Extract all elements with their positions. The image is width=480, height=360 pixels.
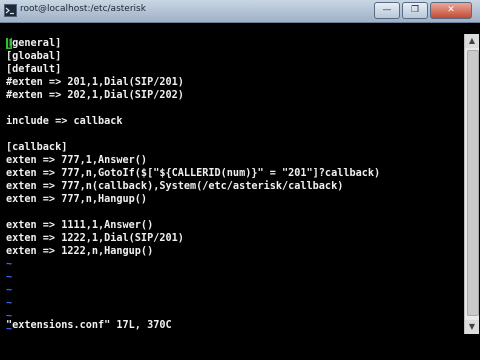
terminal-line: exten => 1111,1,Answer() (6, 220, 154, 231)
empty-line-tilde: ~ (6, 259, 13, 270)
minimize-button[interactable]: — (374, 2, 400, 19)
terminal-line: include => callback (6, 116, 123, 127)
window-title: root@localhost:/etc/asterisk (20, 4, 146, 14)
terminal-line: #exten => 201,1,Dial(SIP/201) (6, 77, 184, 88)
terminal-line: [general] (6, 38, 62, 49)
window-controls: — ❐ ✕ (374, 2, 472, 19)
terminal-line: #exten => 202,1,Dial(SIP/202) (6, 90, 184, 101)
terminal-area[interactable]: [general] [gloabal] [default] #exten => … (2, 34, 464, 344)
terminal-line: exten => 1222,n,Hangup() (6, 246, 154, 257)
terminal-line: exten => 777,n,Hangup() (6, 194, 148, 205)
empty-line-tilde: ~ (6, 272, 13, 283)
scrollbar-thumb[interactable] (467, 50, 479, 316)
terminal-icon (4, 4, 17, 17)
empty-line-tilde: ~ (6, 285, 13, 296)
close-button[interactable]: ✕ (430, 2, 472, 19)
terminal-line: [callback] (6, 142, 68, 153)
terminal-line: exten => 1222,1,Dial(SIP/201) (6, 233, 184, 244)
vertical-scrollbar[interactable]: ▲ ▼ (464, 34, 479, 334)
window-titlebar[interactable]: root@localhost:/etc/asterisk — ❐ ✕ (0, 0, 480, 23)
screen: root@localhost:/etc/asterisk — ❐ ✕ [gene… (0, 0, 480, 360)
vim-status-line: "extensions.conf" 17L, 370C (6, 320, 172, 331)
scroll-up-arrow-icon[interactable]: ▲ (465, 34, 479, 48)
scroll-down-arrow-icon[interactable]: ▼ (465, 320, 479, 334)
maximize-button[interactable]: ❐ (402, 2, 428, 19)
empty-line-tilde: ~ (6, 298, 13, 309)
screen-bottom-border (0, 344, 480, 360)
terminal-line: exten => 777,1,Answer() (6, 155, 148, 166)
terminal-line: [gloabal] (6, 51, 62, 62)
terminal-line: exten => 777,n(callback),System(/etc/ast… (6, 181, 344, 192)
terminal-line: [default] (6, 64, 62, 75)
terminal-line: exten => 777,n,GotoIf($["${CALLERID(num)… (6, 168, 381, 179)
